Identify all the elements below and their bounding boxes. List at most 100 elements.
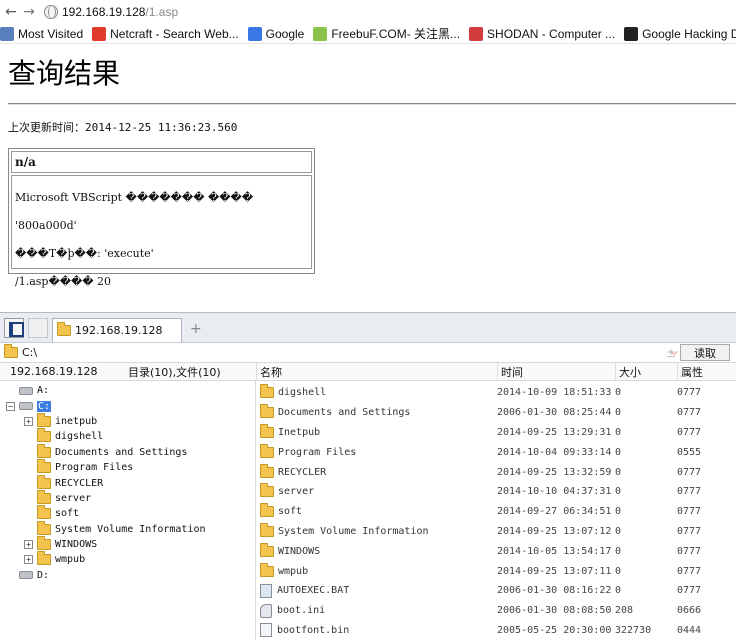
globe-icon xyxy=(44,5,58,19)
file-row[interactable]: server 2014-10-10 04:37:31 0 0777 xyxy=(256,482,736,502)
tree-node[interactable]: Program Files xyxy=(0,459,255,475)
folder-icon xyxy=(37,505,51,520)
tree-node[interactable]: − C: xyxy=(0,398,255,413)
drive-icon xyxy=(19,571,33,580)
bookmark-item[interactable]: FreebuF.COM- 关注黑... xyxy=(313,25,460,42)
panel-toggle-icon[interactable] xyxy=(4,318,24,338)
tree-node-label: RECYCLER xyxy=(55,477,104,489)
file-name-cell: wmpub xyxy=(256,562,497,577)
file-name-cell: bootfont.bin xyxy=(256,623,497,638)
forward-arrow-icon[interactable]: → xyxy=(20,3,38,21)
folder-icon xyxy=(37,520,51,535)
tree-node[interactable]: server xyxy=(0,489,255,506)
chevron-down-icon[interactable]: ⌵ xyxy=(670,347,678,358)
file-row[interactable]: System Volume Information 2014-09-25 13:0… xyxy=(256,522,736,542)
file-time: 2014-10-05 13:54:17 xyxy=(497,545,612,557)
column-name[interactable]: 名称 xyxy=(256,362,497,381)
file-attr: 0555 xyxy=(677,446,702,458)
file-attr: 0777 xyxy=(677,407,702,419)
file-name: wmpub xyxy=(278,565,309,577)
shodan-icon xyxy=(469,26,484,41)
bookmark-item[interactable]: Google Hacking Data... xyxy=(624,26,736,41)
file-row[interactable]: bootfont.bin 2005-05-25 20:30:00 322730 044… xyxy=(256,621,736,641)
address-bar: ← → 192.168.19.128/1.asp xyxy=(0,0,736,24)
tree-node[interactable]: A: xyxy=(0,383,255,398)
file-row[interactable]: RECYCLER 2014-09-25 13:32:59 0 0777 xyxy=(256,462,736,482)
file-time: 2006-01-30 08:16:22 xyxy=(497,585,612,597)
tree-node[interactable]: digshell xyxy=(0,428,255,444)
back-arrow-icon[interactable]: ← xyxy=(2,3,20,21)
read-button[interactable]: 读取 xyxy=(680,344,730,361)
bookmark-item[interactable]: SHODAN - Computer ... xyxy=(469,26,615,41)
folder-icon xyxy=(37,428,51,443)
path-input[interactable]: C:\ xyxy=(22,346,37,359)
file-row[interactable]: digshell 2014-10-09 18:51:33 0 0777 xyxy=(256,383,736,403)
column-size[interactable]: 大小 xyxy=(615,362,677,381)
file-time: 2014-10-10 04:37:31 xyxy=(497,486,612,498)
file-time: 2014-09-27 06:34:51 xyxy=(497,506,612,518)
file-attr: 0777 xyxy=(677,565,702,577)
expand-icon[interactable]: + xyxy=(24,540,33,550)
file-name-cell: Inetpub xyxy=(256,423,497,438)
file-row[interactable]: soft 2014-09-27 06:34:51 0 0777 xyxy=(256,502,736,522)
expand-icon[interactable]: + xyxy=(24,416,33,426)
column-time[interactable]: 时间 xyxy=(497,362,615,381)
file-size: 0 xyxy=(615,466,622,478)
file-name: bootfont.bin xyxy=(277,624,350,636)
file-time: 2006-01-30 08:08:50 xyxy=(497,605,612,617)
file-size: 0 xyxy=(615,407,622,419)
tree-node[interactable]: RECYCLER xyxy=(0,474,255,490)
file-time: 2014-10-09 18:51:33 xyxy=(497,387,612,399)
collapse-icon[interactable]: − xyxy=(6,401,15,411)
file-row[interactable]: Program Files 2014-10-04 09:33:14 0 0555 xyxy=(256,442,736,462)
file-row[interactable]: WINDOWS 2014-10-05 13:54:17 0 0777 xyxy=(256,541,736,561)
file-name: digshell xyxy=(278,387,327,399)
file-size: 0 xyxy=(615,486,622,498)
expand-icon[interactable]: + xyxy=(24,555,33,565)
tree-node[interactable]: + inetpub xyxy=(0,412,255,429)
bookmark-folder-icon xyxy=(0,26,14,41)
bookmark-item[interactable]: Google xyxy=(247,26,304,41)
tree-node-label: inetpub xyxy=(55,415,98,427)
tree-node[interactable]: + WINDOWS xyxy=(0,536,255,552)
file-name-cell: AUTOEXEC.BAT xyxy=(256,583,497,598)
tab-host-label: 192.168.19.128 xyxy=(75,324,163,337)
file-row[interactable]: Inetpub 2014-09-25 13:29:31 0 0777 xyxy=(256,423,736,443)
ghdb-icon xyxy=(624,26,639,41)
tree-node[interactable]: System Volume Information xyxy=(0,520,255,537)
file-row[interactable]: AUTOEXEC.BAT 2006-01-30 08:16:22 0 0777 xyxy=(256,581,736,601)
tree-node[interactable]: + wmpub xyxy=(0,551,255,567)
file-row[interactable]: wmpub 2014-09-25 13:07:11 0 0777 xyxy=(256,561,736,581)
file-attr: 0777 xyxy=(677,466,702,478)
tree-node[interactable]: Documents and Settings xyxy=(0,443,255,460)
tab-host[interactable]: 192.168.19.128 xyxy=(52,318,182,342)
bookmark-item[interactable]: Most Visited xyxy=(0,26,83,41)
folder-icon xyxy=(260,404,274,419)
file-row[interactable]: boot.ini 2006-01-30 08:08:50 208 0666 xyxy=(256,601,736,621)
bookmark-label: FreebuF.COM- 关注黑... xyxy=(331,27,461,41)
folder-icon xyxy=(57,322,71,336)
bookmark-item[interactable]: Netcraft - Search Web... xyxy=(92,26,239,41)
tree-node-label: wmpub xyxy=(55,554,86,566)
file-row[interactable]: Documents and Settings 2006-01-30 08:25:4… xyxy=(256,403,736,423)
file-name: System Volume Information xyxy=(278,525,429,537)
tree-node[interactable]: D: xyxy=(0,568,255,583)
tree-node[interactable]: soft xyxy=(0,505,255,521)
folder-icon xyxy=(37,443,51,458)
file-attr: 0777 xyxy=(677,506,702,518)
file-time: 2006-01-30 08:25:44 xyxy=(497,407,612,419)
folder-icon xyxy=(37,474,51,489)
netcraft-icon xyxy=(92,26,107,41)
url-field[interactable]: 192.168.19.128/1.asp xyxy=(44,2,178,22)
directory-tree: A: − C: + inetpub digshell Documents and Setti… xyxy=(0,381,256,640)
folder-icon xyxy=(260,423,274,438)
bookmark-label: Google Hacking Data... xyxy=(642,26,736,41)
column-attr[interactable]: 属性 xyxy=(677,362,733,381)
error-table-body: Microsoft VBScript ������� ���� '800a000… xyxy=(11,175,312,288)
file-manager: 192.168.19.128 + C:\ ± ⌵ 读取 192.168.19.1… xyxy=(0,312,736,642)
folder-icon xyxy=(37,536,51,551)
new-tab-plus-icon[interactable]: + xyxy=(190,321,202,337)
file-time: 2014-09-25 13:07:11 xyxy=(497,565,612,577)
close-tab-icon[interactable] xyxy=(28,318,48,338)
folder-icon xyxy=(260,503,274,518)
